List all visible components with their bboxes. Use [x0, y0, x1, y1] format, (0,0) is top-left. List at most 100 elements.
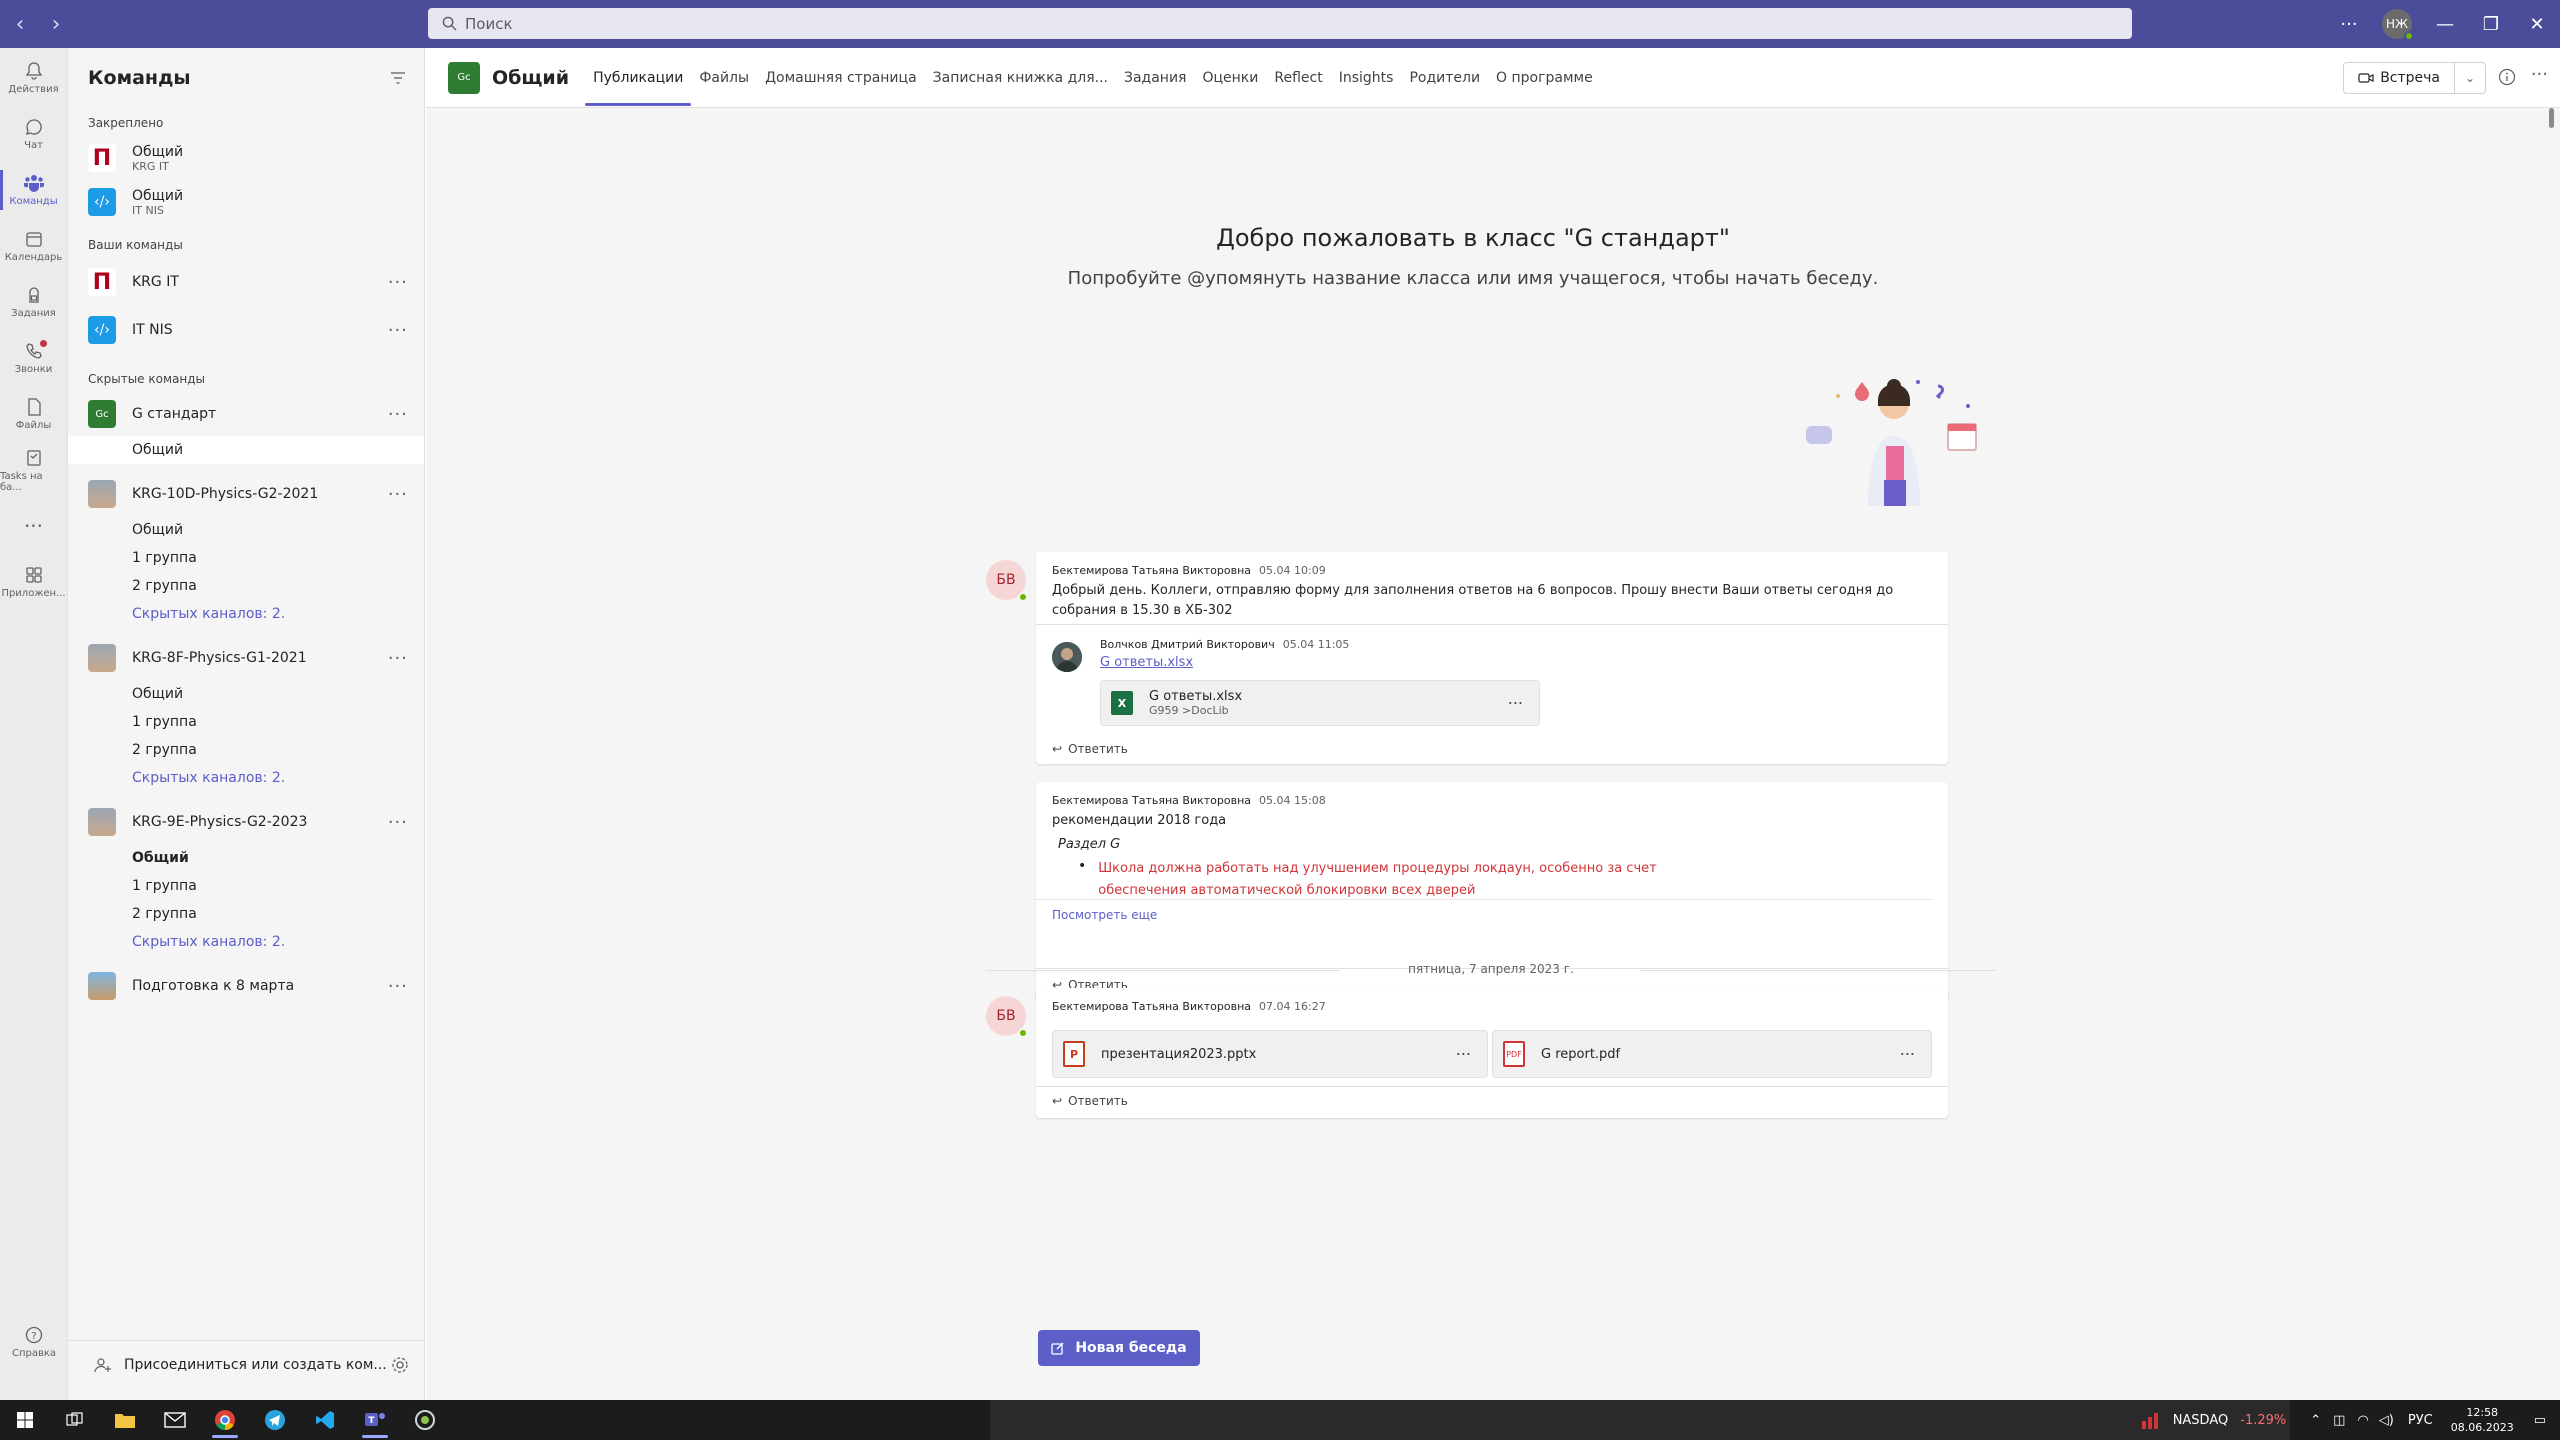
wifi-icon[interactable]: ◠: [2357, 1413, 2368, 1428]
telegram-icon[interactable]: [250, 1400, 300, 1440]
back-icon[interactable]: ‹: [2, 12, 38, 37]
channel-item[interactable]: Общий: [68, 680, 424, 708]
team-march-8[interactable]: Подготовка к 8 марта ···: [68, 964, 424, 1008]
author-avatar[interactable]: БВ: [986, 560, 1028, 602]
chevron-up-icon[interactable]: ⌃: [2310, 1413, 2321, 1428]
join-create-team[interactable]: Присоединиться или создать ком...: [68, 1340, 425, 1388]
channel-item[interactable]: 2 группа: [68, 572, 424, 600]
reply-author-avatar[interactable]: [1052, 642, 1082, 672]
channel-item[interactable]: 1 группа: [68, 708, 424, 736]
team-krg-8f[interactable]: KRG-8F-Physics-G1-2021 ···: [68, 636, 424, 680]
team-more-icon[interactable]: ···: [388, 976, 408, 997]
file-link[interactable]: G ответы.xlsx: [1100, 655, 1800, 670]
channel-item[interactable]: Общий: [68, 516, 424, 544]
mail-icon[interactable]: [150, 1400, 200, 1440]
more-options-icon[interactable]: ···: [2326, 14, 2372, 35]
rail-more[interactable]: ···: [0, 498, 67, 554]
user-avatar[interactable]: НЖ: [2382, 9, 2414, 41]
windows-start-icon[interactable]: [0, 1400, 50, 1440]
task-view-icon[interactable]: [50, 1400, 100, 1440]
new-conversation-button[interactable]: Новая беседа: [1038, 1330, 1200, 1366]
tab-assignments[interactable]: Задания: [1116, 48, 1195, 108]
channel-item[interactable]: 2 группа: [68, 736, 424, 764]
hidden-channels-link[interactable]: Скрытых каналов: 2.: [68, 600, 424, 628]
rail-apps[interactable]: Приложен...: [0, 554, 67, 610]
team-more-icon[interactable]: ···: [388, 648, 408, 669]
reply-author[interactable]: Волчков Дмитрий Викторович: [1100, 638, 1275, 651]
restore-button[interactable]: ❐: [2468, 14, 2514, 35]
rail-files[interactable]: Файлы: [0, 386, 67, 442]
team-more-icon[interactable]: ···: [388, 272, 408, 293]
channel-general-selected[interactable]: Общий: [68, 436, 424, 464]
reply-button[interactable]: ↩ Ответить: [1052, 742, 1134, 756]
see-more-link[interactable]: Посмотреть еще: [1036, 900, 1948, 922]
team-krg-10d[interactable]: KRG-10D-Physics-G2-2021 ···: [68, 472, 424, 516]
app-icon[interactable]: [400, 1400, 450, 1440]
file-explorer-icon[interactable]: [100, 1400, 150, 1440]
tab-notebook[interactable]: Записная книжка для...: [925, 48, 1116, 108]
rail-help[interactable]: ? Справка: [0, 1314, 68, 1370]
channel-item[interactable]: 2 группа: [68, 900, 424, 928]
post-author[interactable]: Бектемирова Татьяна Викторовна: [1052, 794, 1251, 807]
channel-item[interactable]: 1 группа: [68, 872, 424, 900]
rail-chat[interactable]: Чат: [0, 106, 67, 162]
hidden-channels-link[interactable]: Скрытых каналов: 2.: [68, 928, 424, 956]
settings-gear-icon[interactable]: [391, 1356, 409, 1374]
tab-insights[interactable]: Insights: [1331, 48, 1402, 108]
team-more-icon[interactable]: ···: [388, 484, 408, 505]
close-button[interactable]: ✕: [2514, 14, 2560, 35]
post-author[interactable]: Бектемирова Татьяна Викторовна: [1052, 1000, 1251, 1013]
attachment-more-icon[interactable]: ···: [1456, 1045, 1471, 1064]
tab-grades[interactable]: Оценки: [1194, 48, 1266, 108]
reply-button[interactable]: ↩ Ответить: [1052, 1094, 1134, 1108]
channel-more-icon[interactable]: ···: [2531, 64, 2548, 85]
team-krg-it[interactable]: П KRG IT ···: [68, 258, 424, 306]
post-author[interactable]: Бектемирова Татьяна Викторовна: [1052, 564, 1251, 577]
vscode-icon[interactable]: [300, 1400, 350, 1440]
hidden-channels-link[interactable]: Скрытых каналов: 2.: [68, 764, 424, 792]
team-krg-9e[interactable]: KRG-9E-Physics-G2-2023 ···: [68, 800, 424, 844]
chrome-icon[interactable]: [200, 1400, 250, 1440]
rail-activity[interactable]: Действия: [0, 50, 67, 106]
rail-calls[interactable]: Звонки: [0, 330, 67, 386]
rail-tasks[interactable]: Tasks на ба...: [0, 442, 67, 498]
team-it-nis[interactable]: ‹/› IT NIS ···: [68, 306, 424, 354]
info-icon[interactable]: [2498, 68, 2516, 86]
rail-assignments[interactable]: Задания: [0, 274, 67, 330]
attachment-more-icon[interactable]: ···: [1900, 1045, 1915, 1064]
volume-icon[interactable]: ◁): [2379, 1413, 2394, 1428]
tab-posts[interactable]: Публикации: [585, 48, 692, 108]
author-avatar[interactable]: БВ: [986, 996, 1028, 1038]
attachment-more-icon[interactable]: ···: [1508, 694, 1523, 713]
attachment-card-pdf[interactable]: PDF G report.pdf ···: [1492, 1030, 1932, 1078]
language-indicator[interactable]: РУС: [2408, 1413, 2433, 1428]
scrollbar-thumb[interactable]: [2549, 108, 2554, 128]
tab-home[interactable]: Домашняя страница: [757, 48, 925, 108]
pinned-channel-nis[interactable]: ‹/› Общий IT NIS: [68, 180, 424, 224]
meet-button[interactable]: Встреча: [2344, 63, 2455, 93]
network-icon[interactable]: ◫: [2333, 1413, 2345, 1428]
teams-taskbar-icon[interactable]: T: [350, 1400, 400, 1440]
attachment-card-xlsx[interactable]: X G ответы.xlsx G959 >DocLib ···: [1100, 680, 1540, 726]
forward-icon[interactable]: ›: [38, 12, 74, 37]
search-input[interactable]: Поиск: [428, 8, 2132, 39]
rail-calendar[interactable]: Календарь: [0, 218, 67, 274]
channel-item[interactable]: 1 группа: [68, 544, 424, 572]
stock-widget[interactable]: NASDAQ -1.29%: [2141, 1411, 2286, 1429]
tab-reflect[interactable]: Reflect: [1266, 48, 1330, 108]
pinned-channel-krg[interactable]: П Общий KRG IT: [68, 136, 424, 180]
notification-icon[interactable]: ▭: [2534, 1413, 2546, 1428]
team-more-icon[interactable]: ···: [388, 404, 408, 425]
filter-icon[interactable]: [390, 71, 406, 85]
rail-teams[interactable]: Команды: [0, 162, 67, 218]
tab-about[interactable]: О программе: [1488, 48, 1601, 108]
attachment-card-pptx[interactable]: P презентация2023.pptx ···: [1052, 1030, 1488, 1078]
chevron-down-icon[interactable]: ⌄: [2455, 63, 2485, 93]
team-more-icon[interactable]: ···: [388, 320, 408, 341]
team-g-standard[interactable]: Gс G стандарт ···: [68, 392, 424, 436]
clock[interactable]: 12:58 08.06.2023: [2451, 1405, 2514, 1435]
tab-parents[interactable]: Родители: [1401, 48, 1488, 108]
channel-item[interactable]: Общий: [68, 844, 424, 872]
minimize-button[interactable]: —: [2422, 14, 2468, 35]
tab-files[interactable]: Файлы: [691, 48, 757, 108]
